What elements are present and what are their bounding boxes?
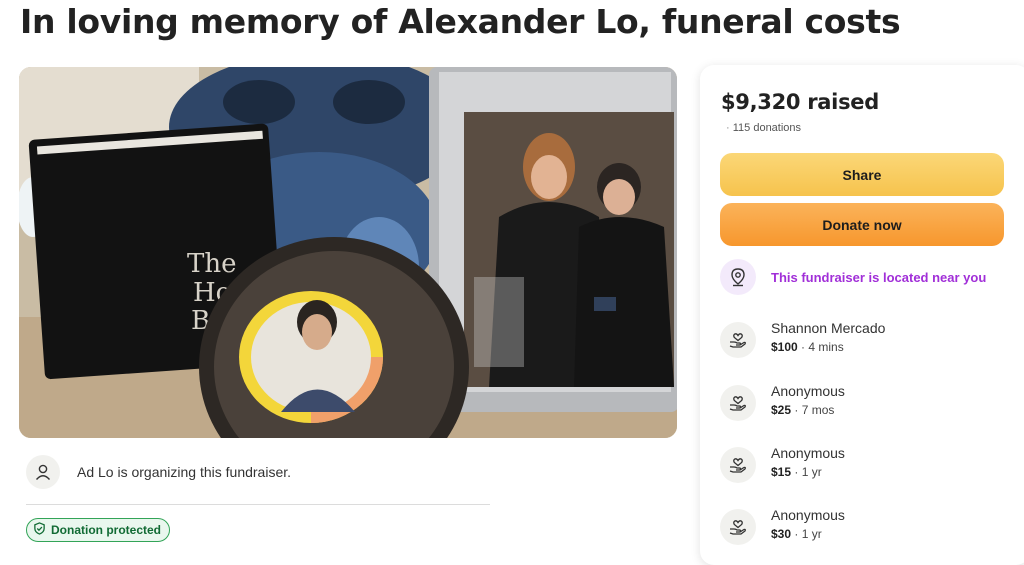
hero-image[interactable]: The Ho B: [19, 67, 677, 438]
donor-amount: $15: [771, 465, 792, 479]
donation-card: $9,320 raised · 115 donations Share Dona…: [700, 65, 1024, 565]
organizer-row[interactable]: Ad Lo is organizing this fundraiser.: [26, 454, 486, 490]
donor-meta: $15 · 1 yr: [771, 465, 822, 479]
donor-item: Anonymous $15 · 1 yr: [720, 445, 845, 483]
book-title-line-1: The: [187, 249, 236, 279]
donor-item: Anonymous $25 · 7 mos: [720, 383, 845, 421]
heart-hand-icon: [720, 447, 756, 483]
badge-label: Donation protected: [51, 523, 161, 537]
user-icon: [26, 455, 60, 489]
donor-meta: $30 · 1 yr: [771, 527, 822, 541]
donor-time: 1 yr: [801, 465, 822, 479]
heart-hand-icon: [720, 322, 756, 358]
donate-now-button[interactable]: Donate now: [720, 203, 1004, 246]
donation-count: · 115 donations: [726, 122, 802, 134]
donor-name: Anonymous: [771, 445, 845, 461]
divider: [26, 504, 490, 505]
donor-time: 4 mins: [808, 340, 844, 354]
amount-raised: $9,320 raised: [721, 90, 879, 114]
donor-name: Anonymous: [771, 383, 845, 399]
page-title: In loving memory of Alexander Lo, funera…: [20, 2, 901, 41]
share-button[interactable]: Share: [720, 153, 1004, 196]
heart-hand-icon: [720, 509, 756, 545]
map-pin-icon: [720, 259, 756, 295]
donor-time: 1 yr: [801, 527, 822, 541]
heart-hand-icon: [720, 385, 756, 421]
donor-item: Shannon Mercado $100 · 4 mins: [720, 320, 885, 358]
shield-check-icon: [33, 522, 46, 538]
donor-amount: $100: [771, 340, 798, 354]
memorial-photo: The Ho B: [19, 67, 677, 438]
donor-name: Anonymous: [771, 507, 845, 523]
location-text: This fundraiser is located near you: [771, 269, 987, 285]
donor-name: Shannon Mercado: [771, 320, 886, 336]
donor-time: 7 mos: [801, 403, 835, 417]
donation-count-text: 115 donations: [732, 122, 802, 134]
donor-meta: $100 · 4 mins: [771, 340, 844, 354]
donation-protected-badge[interactable]: Donation protected: [26, 518, 170, 542]
donor-amount: $30: [771, 527, 792, 541]
donor-item: Anonymous $30 · 1 yr: [720, 507, 845, 545]
donor-meta: $25 · 7 mos: [771, 403, 835, 417]
organizer-text: Ad Lo is organizing this fundraiser.: [77, 464, 292, 480]
donor-amount: $25: [771, 403, 792, 417]
location-row: This fundraiser is located near you: [720, 259, 986, 295]
